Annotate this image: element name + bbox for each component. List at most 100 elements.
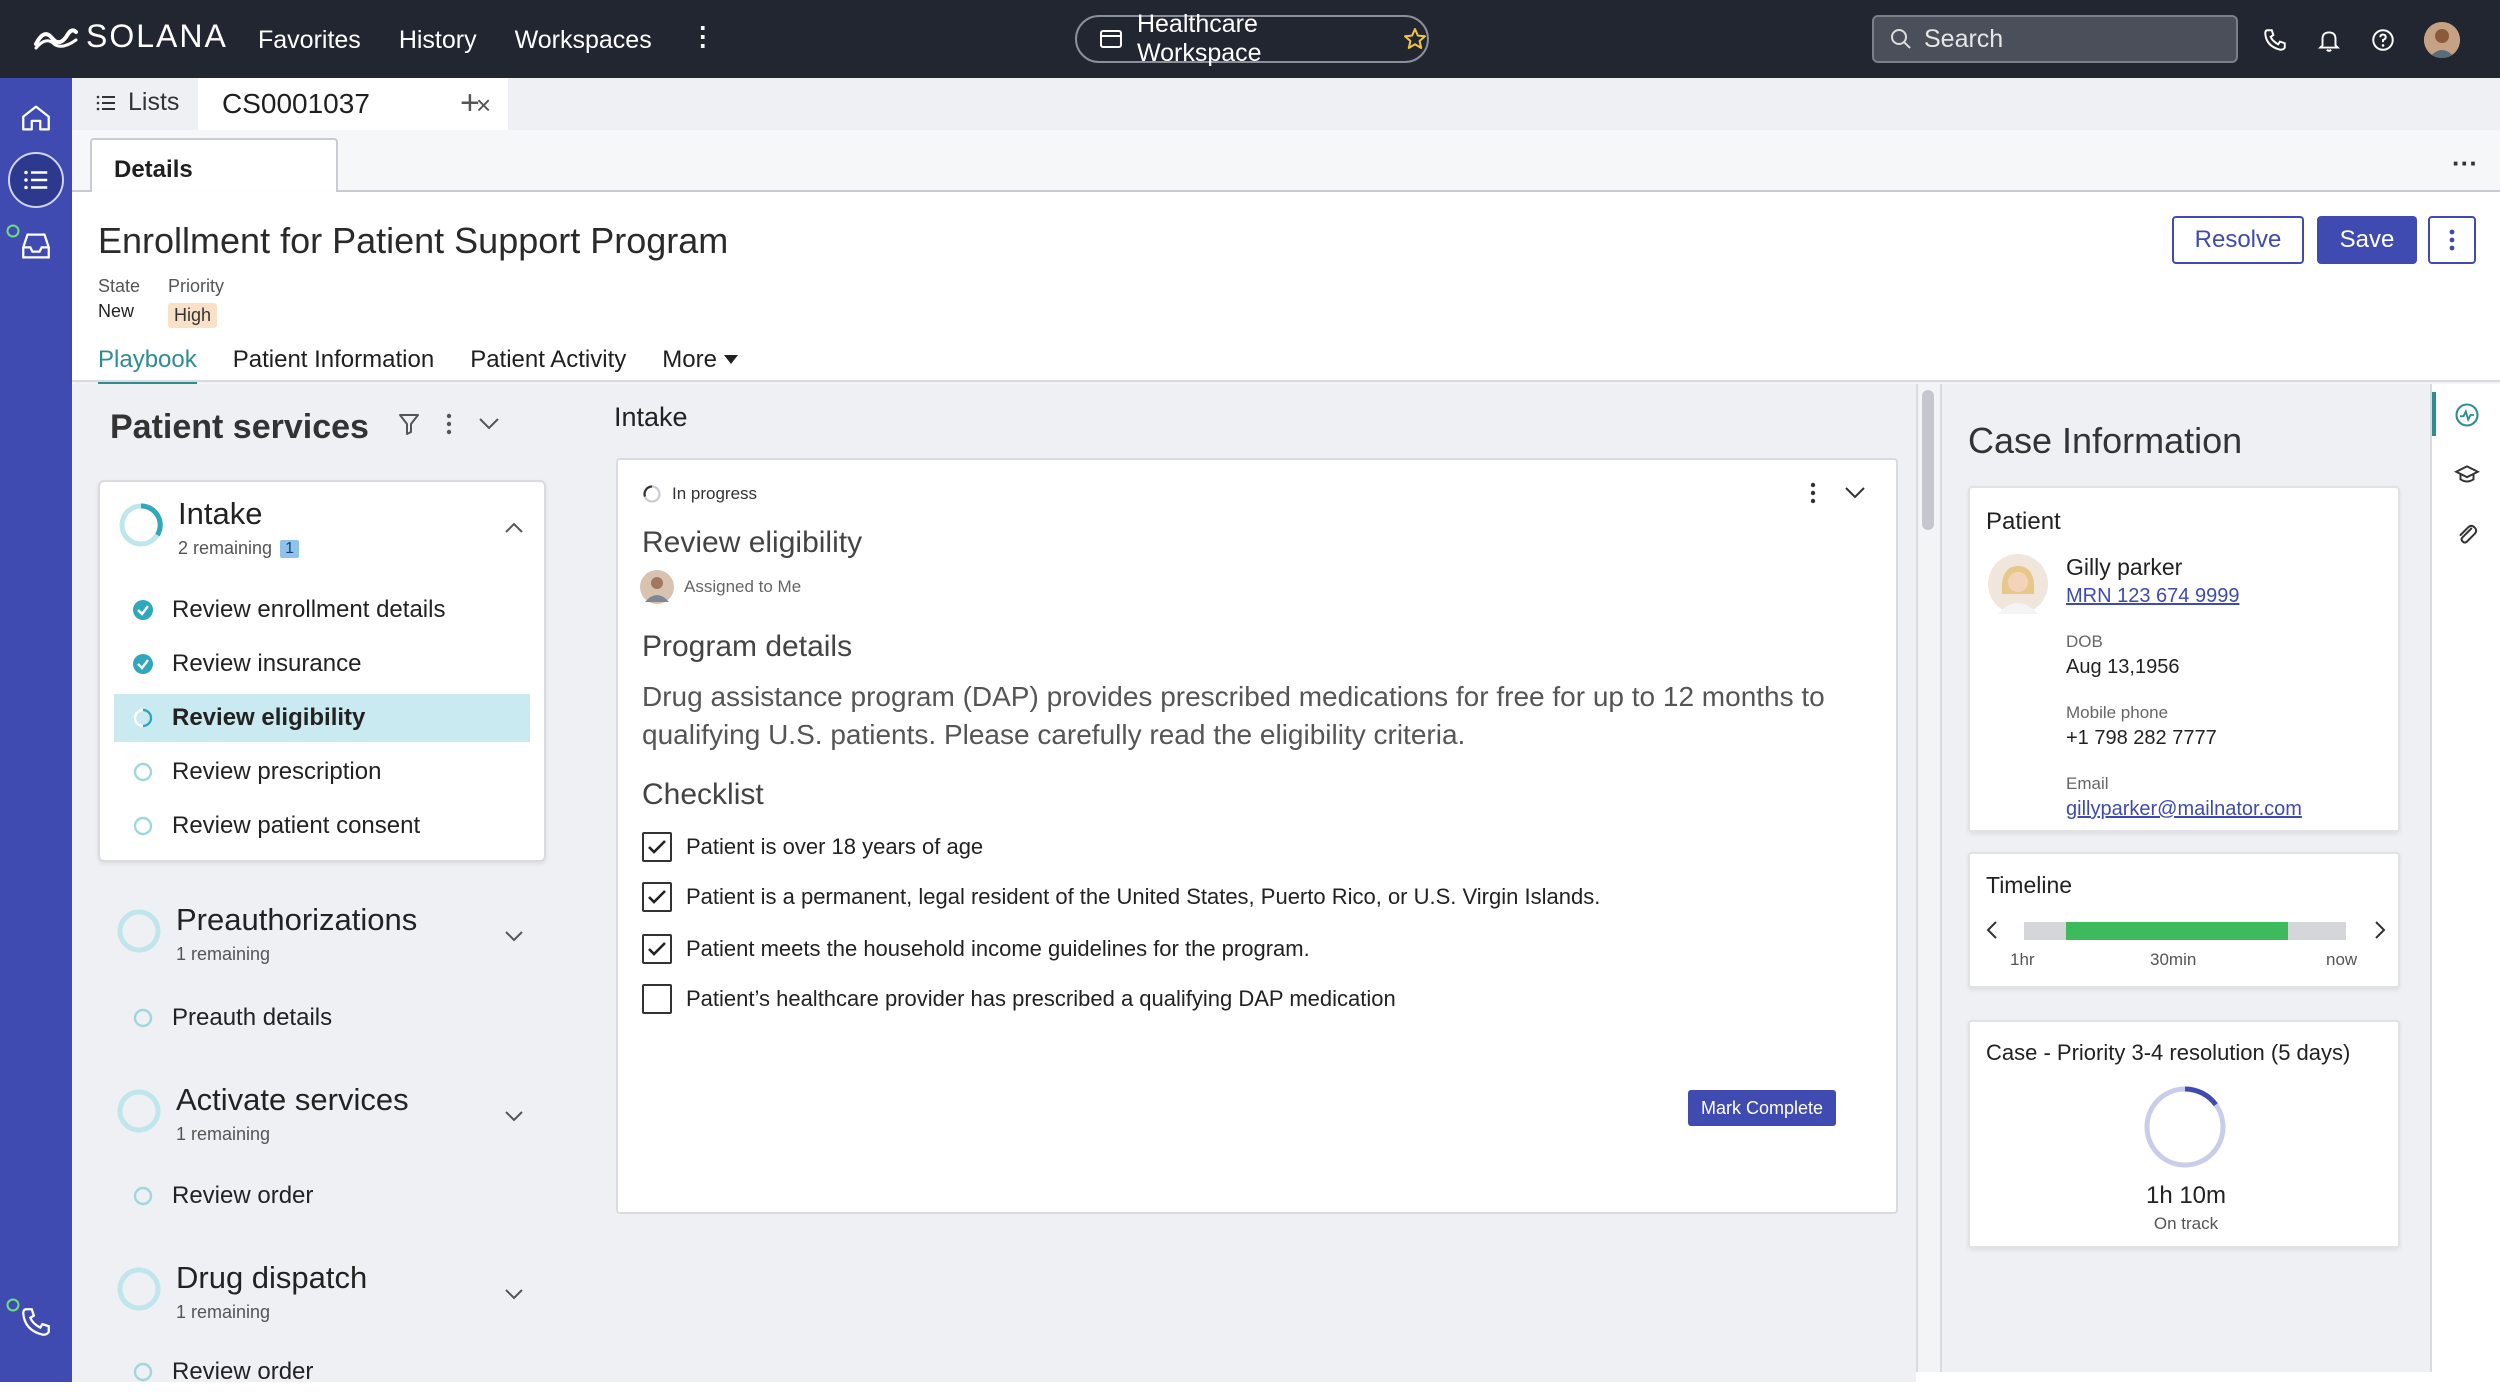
nav-more-icon[interactable]: ⋮ — [690, 23, 716, 55]
tab-details[interactable]: Details — [90, 138, 338, 194]
step-item-active[interactable]: Review eligibility — [114, 694, 530, 742]
attachment-icon[interactable] — [2444, 512, 2490, 558]
kebab-icon[interactable] — [1810, 482, 1816, 504]
state-value: New — [98, 301, 135, 321]
timeline-tick: 1hr — [2010, 950, 2035, 969]
bell-icon[interactable] — [2316, 27, 2342, 53]
chevron-left-icon[interactable] — [1986, 920, 1998, 940]
workspace-selector[interactable]: Healthcare Workspace — [1075, 10, 1429, 67]
help-icon[interactable] — [2370, 27, 2396, 53]
filter-icon[interactable] — [398, 412, 420, 436]
step-item[interactable]: Review order — [114, 1172, 530, 1220]
chevron-down-icon[interactable] — [478, 417, 500, 431]
chevron-down-icon[interactable] — [504, 930, 524, 942]
nav-favorites[interactable]: Favorites — [258, 26, 361, 55]
tab-case-label: CS0001037 — [222, 88, 370, 119]
checklist-item[interactable]: Patient is a permanent, legal resident o… — [642, 882, 1600, 912]
activity-icon[interactable] — [2444, 392, 2490, 438]
checkbox-checked[interactable] — [642, 882, 672, 912]
brand-name: SOLANA — [86, 18, 228, 54]
checklist-label: Patient meets the household income guide… — [686, 936, 1310, 961]
stage-header[interactable]: Drug dispatch 1 remaining — [176, 1260, 367, 1323]
stage-name: Drug dispatch — [176, 1260, 368, 1295]
more-horizontal-icon[interactable]: ··· — [2452, 148, 2478, 179]
resolve-button[interactable]: Resolve — [2172, 216, 2304, 264]
scrollbar-thumb[interactable] — [1922, 390, 1934, 530]
stage-header[interactable]: Preauthorizations 1 remaining — [176, 902, 417, 965]
call-icon[interactable] — [6, 1294, 64, 1350]
knowledge-icon[interactable] — [2444, 452, 2490, 498]
kebab-icon[interactable] — [446, 413, 452, 435]
tab-lists[interactable]: Lists — [96, 88, 179, 117]
case-header: Enrollment for Patient Support Program S… — [72, 192, 2500, 385]
inbox-icon[interactable] — [6, 218, 64, 274]
step-pending-icon — [133, 816, 153, 836]
star-icon[interactable] — [1403, 27, 1427, 51]
chevron-down-icon[interactable] — [504, 1110, 524, 1122]
subtab-bar: Details ··· — [72, 130, 2500, 194]
stage-progress-icon — [117, 1267, 161, 1311]
case-information-panel: Case Information Patient Gilly parker MR… — [1940, 384, 2430, 1372]
nav-history[interactable]: History — [399, 26, 477, 55]
patient-avatar — [1988, 554, 2048, 614]
patient-card: Patient Gilly parker MRN 123 674 9999 DO… — [1968, 486, 2400, 832]
global-search[interactable]: Search — [1872, 15, 2238, 63]
step-label: Review eligibility — [172, 704, 366, 731]
chevron-down-icon[interactable] — [1844, 486, 1866, 500]
step-item[interactable]: Preauth details — [114, 994, 530, 1042]
home-icon[interactable] — [8, 90, 64, 146]
email-link[interactable]: gillyparker@mailnator.com — [2066, 798, 2302, 821]
playbook-actions — [398, 412, 500, 436]
step-pending-icon — [133, 1008, 153, 1028]
checkbox-checked[interactable] — [642, 832, 672, 862]
brand-logo[interactable]: SOLANA — [34, 18, 228, 55]
tab-more[interactable]: More — [662, 346, 739, 385]
step-item[interactable]: Review insurance — [114, 640, 530, 688]
checkbox-checked[interactable] — [642, 934, 672, 964]
chevron-right-icon[interactable] — [2374, 920, 2386, 940]
timeline-tick: now — [2326, 950, 2358, 969]
step-item[interactable]: Review patient consent — [114, 802, 530, 850]
more-actions-button[interactable] — [2428, 216, 2476, 264]
tab-lists-label: Lists — [128, 88, 180, 116]
user-avatar[interactable] — [2424, 22, 2460, 58]
nav-workspaces[interactable]: Workspaces — [515, 26, 652, 55]
add-tab-icon[interactable]: + — [460, 84, 480, 123]
mark-complete-button[interactable]: Mark Complete — [1688, 1090, 1836, 1126]
case-info-title: Case Information — [1968, 420, 2243, 461]
stage-header[interactable]: Intake 2 remaining 1 — [178, 496, 299, 559]
playbook-title: Patient services — [110, 408, 369, 446]
phone-value: +1 798 282 7777 — [2066, 727, 2217, 749]
checklist-item[interactable]: Patient meets the household income guide… — [642, 934, 1310, 964]
search-placeholder: Search — [1924, 24, 2004, 53]
kebab-icon — [2449, 229, 2455, 251]
timeline-label: Timeline — [1986, 872, 2073, 898]
sla-status: On track — [2153, 1214, 2219, 1233]
top-nav: Favorites History Workspaces ⋮ — [258, 23, 716, 55]
priority-badge: High — [168, 303, 218, 328]
step-item[interactable]: Review order — [114, 1348, 530, 1396]
timeline-active-segment — [2066, 922, 2288, 940]
tab-patient-activity[interactable]: Patient Activity — [470, 346, 626, 385]
save-button[interactable]: Save — [2317, 216, 2417, 264]
tab-patient-information[interactable]: Patient Information — [233, 346, 434, 385]
chevron-down-icon[interactable] — [504, 1288, 524, 1300]
step-label: Review order — [172, 1182, 314, 1209]
step-item[interactable]: Review enrollment details — [114, 586, 530, 634]
assigned-text: Assigned to Me — [684, 577, 802, 596]
patient-mrn-link[interactable]: MRN 123 674 9999 — [2066, 585, 2302, 608]
check-icon — [648, 890, 666, 904]
checklist-item[interactable]: Patient is over 18 years of age — [642, 832, 983, 862]
scrollbar[interactable] — [1916, 384, 1940, 1372]
checklist-item[interactable]: Patient’s healthcare provider has prescr… — [642, 984, 1396, 1014]
stage-header[interactable]: Activate services 1 remaining — [176, 1082, 409, 1145]
checklist-title: Checklist — [642, 778, 764, 811]
phone-icon[interactable] — [2262, 27, 2288, 53]
patient-details: Gilly parker MRN 123 674 9999 DOB Aug 13… — [2066, 554, 2302, 821]
chevron-up-icon[interactable] — [504, 522, 524, 534]
checkbox-unchecked[interactable] — [642, 984, 672, 1014]
step-item[interactable]: Review prescription — [114, 748, 530, 796]
list-icon[interactable] — [8, 152, 64, 208]
tab-playbook[interactable]: Playbook — [98, 346, 197, 385]
priority-field: Priority High — [168, 276, 224, 328]
